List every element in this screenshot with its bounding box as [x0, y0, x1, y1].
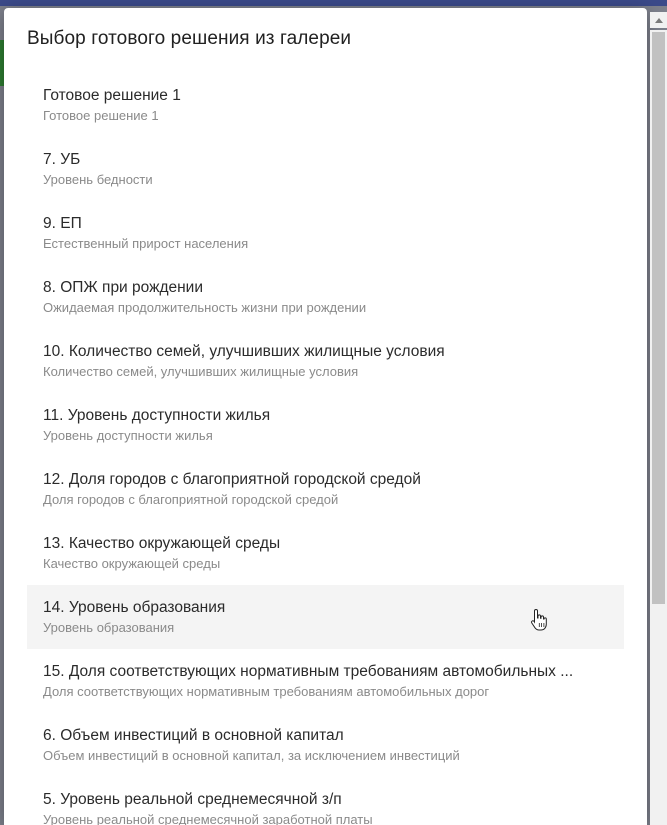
- item-title: 15. Доля соответствующих нормативным тре…: [43, 663, 574, 680]
- item-subtitle: Доля городов с благоприятной городской с…: [43, 492, 339, 507]
- item-title: 10. Количество семей, улучшивших жилищны…: [43, 343, 445, 360]
- item-title: 13. Качество окружающей среды: [43, 535, 281, 552]
- item-subtitle: Доля соответствующих нормативным требова…: [43, 684, 490, 699]
- item-title: 5. Уровень реальной среднемесячной з/п: [43, 791, 342, 808]
- item-subtitle: Готовое решение 1: [43, 108, 159, 123]
- item-subtitle: Уровень реальной среднемесячной заработн…: [43, 812, 373, 825]
- item-subtitle: Уровень бедности: [43, 172, 153, 187]
- list-item[interactable]: 10. Количество семей, улучшивших жилищны…: [27, 329, 624, 393]
- scroll-up-arrow[interactable]: [650, 12, 667, 28]
- list-item[interactable]: 8. ОПЖ при рождении Ожидаемая продолжите…: [27, 265, 624, 329]
- item-title: 11. Уровень доступности жилья: [43, 407, 271, 424]
- hand-pointer-icon: [531, 608, 547, 631]
- solutions-list: Готовое решение 1 Готовое решение 1 7. У…: [27, 73, 624, 825]
- list-item[interactable]: 9. ЕП Естественный прирост населения: [27, 201, 624, 265]
- item-title: 9. ЕП: [43, 215, 82, 232]
- list-item[interactable]: 12. Доля городов с благоприятной городск…: [27, 457, 624, 521]
- scrollbar-thumb[interactable]: [652, 32, 665, 604]
- item-title: 14. Уровень образования: [43, 599, 226, 616]
- list-item[interactable]: 11. Уровень доступности жилья Уровень до…: [27, 393, 624, 457]
- item-subtitle: Уровень образования: [43, 620, 175, 635]
- item-title: Готовое решение 1: [43, 87, 181, 104]
- gallery-dialog: Выбор готового решения из галереи Готово…: [4, 8, 647, 825]
- item-title: 7. УБ: [43, 151, 81, 168]
- dialog-title: Выбор готового решения из галереи: [27, 28, 352, 49]
- item-subtitle: Объем инвестиций в основной капитал, за …: [43, 748, 460, 763]
- list-item[interactable]: 15. Доля соответствующих нормативным тре…: [27, 649, 624, 713]
- list-item[interactable]: Готовое решение 1 Готовое решение 1: [27, 73, 624, 137]
- list-item[interactable]: 7. УБ Уровень бедности: [27, 137, 624, 201]
- item-subtitle: Ожидаемая продолжительность жизни при ро…: [43, 300, 367, 315]
- item-subtitle: Качество окружающей среды: [43, 556, 221, 571]
- background-header-strip: [0, 0, 667, 6]
- list-item[interactable]: 6. Объем инвестиций в основной капитал О…: [27, 713, 624, 777]
- item-title: 6. Объем инвестиций в основной капитал: [43, 727, 344, 744]
- list-item[interactable]: 5. Уровень реальной среднемесячной з/п У…: [27, 777, 624, 825]
- item-title: 12. Доля городов с благоприятной городск…: [43, 471, 421, 488]
- chevron-up-icon: [654, 17, 663, 23]
- item-subtitle: Уровень доступности жилья: [43, 428, 213, 443]
- item-subtitle: Количество семей, улучшивших жилищные ус…: [43, 364, 359, 379]
- item-title: 8. ОПЖ при рождении: [43, 279, 204, 296]
- list-item[interactable]: 13. Качество окружающей среды Качество о…: [27, 521, 624, 585]
- item-subtitle: Естественный прирост населения: [43, 236, 249, 251]
